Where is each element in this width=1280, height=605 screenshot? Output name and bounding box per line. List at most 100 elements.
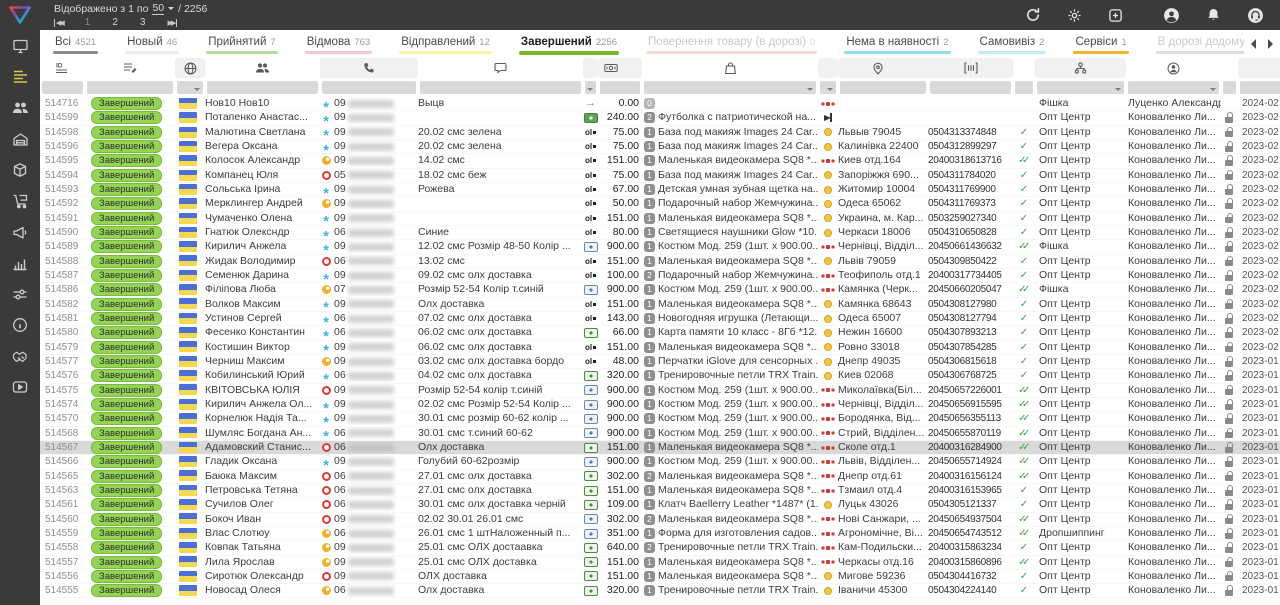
tab-Прийнятий[interactable]: Прийнятий 7 — [206, 30, 278, 57]
tab-Відправлений[interactable]: Відправлений 12 — [399, 30, 492, 57]
refresh-icon[interactable] — [1025, 7, 1041, 23]
table-row[interactable]: 514568 Завершений Шумляс Богдана Ан... 0… — [40, 427, 1280, 441]
table-row[interactable]: 514566 Завершений Гладик Оксана 09 Голуб… — [40, 455, 1280, 469]
table-row[interactable]: 514555 Завершений Новосад Олеся 06 Олх д… — [40, 584, 1280, 598]
orders-list-icon[interactable] — [8, 68, 32, 86]
filter-total-input[interactable] — [600, 81, 640, 94]
tab-Всі[interactable]: Всі 4521 — [53, 30, 98, 57]
settings-sliders-icon[interactable] — [8, 285, 32, 303]
filter-ttn-input[interactable] — [930, 81, 1011, 94]
col-header-funnel[interactable] — [1035, 58, 1126, 78]
col-header-id[interactable]: ID — [40, 58, 85, 78]
table-row[interactable]: 514581 Завершений Устинов Сергей 06 07.0… — [40, 312, 1280, 326]
col-header-products[interactable] — [642, 58, 818, 78]
col-header-date[interactable] — [1238, 58, 1280, 78]
table-row[interactable]: 514575 Завершений КВІТОВСЬКА ЮЛІЯ 09 Роз… — [40, 384, 1280, 398]
table-row[interactable]: 514716 Завершений Нов10 Нов10 09 Выцв 0.… — [40, 97, 1280, 111]
page-button-3[interactable]: 3 — [140, 17, 146, 28]
filter-lock-input[interactable] — [1223, 81, 1236, 94]
table-row[interactable]: 514580 Завершений Фесенко Константин 06 … — [40, 326, 1280, 340]
filter-manager-select[interactable] — [1128, 81, 1219, 94]
tab-Завершений[interactable]: Завершений 2256 — [519, 30, 619, 57]
add-order-icon[interactable] — [1108, 8, 1123, 23]
col-header-comment[interactable] — [418, 58, 583, 78]
table-row[interactable]: 514593 Завершений Сольська Ірина 09 Роже… — [40, 183, 1280, 197]
col-header-payment[interactable] — [583, 58, 598, 78]
table-row[interactable]: 514590 Завершений Гнатюк Олексндр 06 Син… — [40, 226, 1280, 240]
table-row[interactable]: 514595 Завершений Колосок Александр 09 1… — [40, 154, 1280, 168]
filter-check-input[interactable] — [1015, 81, 1033, 94]
filter-country-select[interactable] — [177, 81, 203, 94]
first-page-button[interactable]: ◀◀ — [54, 19, 63, 27]
table-row[interactable]: 514582 Завершений Волков Максим 09 Олх д… — [40, 298, 1280, 312]
table-row[interactable]: 514591 Завершений Чумаченко Олена 09 151… — [40, 212, 1280, 226]
col-header-customer[interactable] — [205, 58, 320, 78]
support-icon[interactable] — [1247, 7, 1264, 24]
filter-payment-select[interactable] — [585, 81, 596, 94]
table-row[interactable]: 514576 Завершений Кобилинський Юрий 06 0… — [40, 369, 1280, 383]
table-row[interactable]: 514556 Завершений Сиротюк Олександр 09 О… — [40, 570, 1280, 584]
table-row[interactable]: 514598 Завершений Малютина Светлана 09 2… — [40, 126, 1280, 140]
dashboard-monitor-icon[interactable] — [8, 37, 32, 55]
tab-Сервіси[interactable]: Сервіси 1 — [1073, 30, 1128, 57]
info-icon[interactable] — [8, 316, 32, 334]
account-icon[interactable] — [1163, 7, 1180, 24]
procurement-cart-icon[interactable] — [8, 192, 32, 210]
page-button-2[interactable]: 2 — [112, 17, 118, 28]
filter-city-input[interactable] — [840, 81, 926, 94]
partners-handshake-icon[interactable] — [8, 347, 32, 365]
video-tutorials-icon[interactable] — [8, 378, 32, 396]
table-row[interactable]: 514574 Завершений Кирилич Анжела Ол... 0… — [40, 398, 1280, 412]
col-header-ttn[interactable] — [928, 58, 1013, 78]
table-row[interactable]: 514560 Завершений Бокоч Иван 09 02.02 30… — [40, 513, 1280, 527]
table-row[interactable]: 514563 Завершений Петровська Тетяна 06 2… — [40, 484, 1280, 498]
table-row[interactable]: 514596 Завершений Вегера Оксана 09 20.02… — [40, 140, 1280, 154]
table-row[interactable]: 514557 Завершений Лила Ярослав 09 25.01 … — [40, 556, 1280, 570]
table-row[interactable]: 514589 Завершений Кирилич Анжела 09 12.0… — [40, 240, 1280, 254]
table-row[interactable]: 514594 Завершений Компанец Юля 05 18.02 … — [40, 169, 1280, 183]
filter-products-select[interactable] — [644, 81, 816, 94]
col-header-country[interactable] — [175, 58, 205, 78]
gear-icon[interactable] — [1067, 8, 1082, 23]
filter-date-input[interactable] — [1240, 81, 1280, 94]
last-page-button[interactable]: ▶▶ — [167, 19, 177, 27]
table-row[interactable]: 514570 Завершений Корнелюк Надія Та... 0… — [40, 412, 1280, 426]
filter-phone-input[interactable] — [322, 81, 416, 94]
filter-funnel-select[interactable] — [1037, 81, 1124, 94]
table-row[interactable]: 514587 Завершений Семенюк Дарина 09 09.0… — [40, 269, 1280, 283]
col-header-city[interactable] — [838, 58, 928, 78]
app-logo[interactable] — [0, 0, 40, 30]
table-row[interactable]: 514579 Завершений Костишин Виктор 09 06.… — [40, 341, 1280, 355]
page-button-1[interactable]: 1 — [85, 17, 91, 28]
col-header-delivery-service[interactable] — [818, 58, 838, 78]
table-row[interactable]: 514577 Завершений Черниш Максим 09 03.02… — [40, 355, 1280, 369]
col-header-total[interactable] — [598, 58, 642, 78]
per-page-dropdown[interactable]: 50 — [152, 2, 164, 15]
col-header-lock[interactable] — [1221, 58, 1238, 78]
products-box-icon[interactable] — [8, 161, 32, 179]
filter-comment-input[interactable] — [420, 81, 581, 94]
table-row[interactable]: 514559 Завершений Влас Слотюу 06 26.01 с… — [40, 527, 1280, 541]
notifications-icon[interactable] — [1206, 7, 1221, 23]
filter-delivery-select[interactable] — [820, 81, 836, 94]
table-row[interactable]: 514599 Завершений Потапенко Анастас... 0… — [40, 111, 1280, 125]
tab-Повернення товару (в дорозі)[interactable]: Повернення товару (в дорозі) 0 — [646, 30, 817, 57]
table-row[interactable]: 514558 Завершений Ковпак Татьяна 09 25.0… — [40, 541, 1280, 555]
tab-Новый[interactable]: Новый 46 — [125, 30, 179, 57]
tab-В дорозі додому[interactable]: В дорозі додому 0 — [1156, 30, 1244, 57]
table-row[interactable]: 514561 Завершений Сучилов Олег 06 30.01 … — [40, 498, 1280, 512]
customers-icon[interactable] — [8, 99, 32, 117]
col-header-check[interactable] — [1013, 58, 1035, 78]
col-header-manager[interactable] — [1126, 58, 1221, 78]
filter-status-input[interactable] — [87, 81, 173, 94]
col-header-phone[interactable] — [320, 58, 418, 78]
statistics-chart-icon[interactable] — [8, 254, 32, 272]
tab-scroll-right[interactable] — [1268, 39, 1273, 49]
tab-Самовивіз[interactable]: Самовивіз 2 — [978, 30, 1047, 57]
col-header-status[interactable] — [85, 58, 175, 78]
tab-scroll-left[interactable] — [1251, 39, 1256, 49]
tab-Нема в наявності[interactable]: Нема в наявності 2 — [844, 30, 950, 57]
table-row[interactable]: 514588 Завершений Жидак Володимир 06 13.… — [40, 255, 1280, 269]
table-row[interactable]: 514592 Завершений Мерклингер Андрей 09 5… — [40, 197, 1280, 211]
table-row[interactable]: 514567 Завершений Адамовский Станис... 0… — [40, 441, 1280, 455]
